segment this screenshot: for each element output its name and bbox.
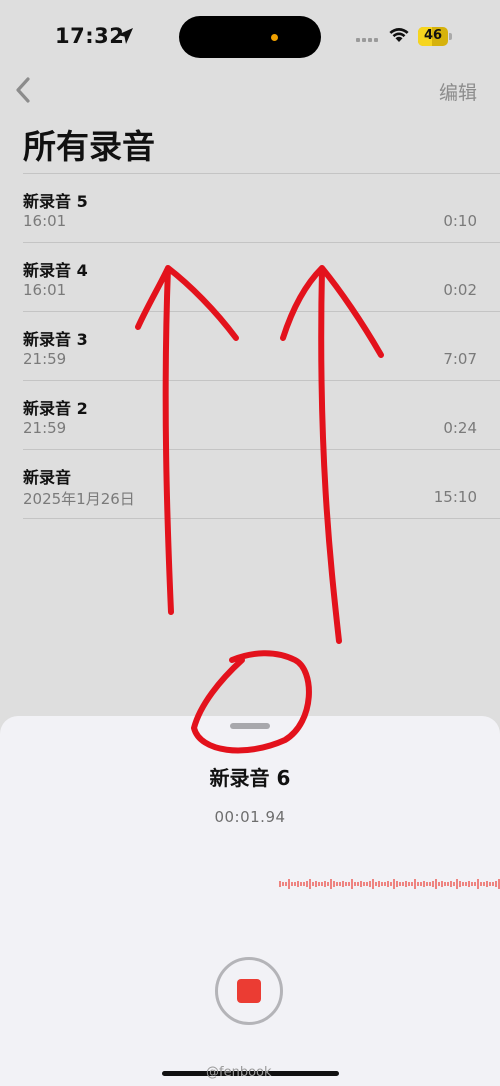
recording-row[interactable]: 新录音 3 21:59 7:07 bbox=[23, 311, 500, 380]
recording-duration: 0:10 bbox=[443, 212, 477, 230]
recording-duration: 15:10 bbox=[433, 488, 477, 506]
recording-duration: 0:02 bbox=[443, 281, 477, 299]
recording-name: 新录音 5 bbox=[23, 192, 88, 211]
wifi-icon bbox=[389, 28, 409, 42]
battery-percentage: 46 bbox=[423, 28, 443, 43]
recording-row[interactable]: 新录音 4 16:01 0:02 bbox=[23, 242, 500, 311]
recording-timer: 00:01.94 bbox=[214, 808, 286, 826]
location-arrow-icon bbox=[117, 28, 133, 44]
recording-name: 新录音 bbox=[23, 468, 72, 487]
recording-date: 16:01 bbox=[23, 281, 67, 299]
recording-date: 16:01 bbox=[23, 212, 67, 230]
recording-row[interactable]: 新录音 5 16:01 0:10 bbox=[23, 173, 500, 242]
recording-name: 新录音 4 bbox=[23, 261, 88, 280]
back-chevron-icon[interactable] bbox=[12, 76, 36, 104]
recordings-list: 新录音 5 16:01 0:10 新录音 4 16:01 0:02 新录音 3 … bbox=[23, 173, 500, 519]
recording-row[interactable]: 新录音 2025年1月26日 15:10 bbox=[23, 449, 500, 519]
recording-name: 新录音 3 bbox=[23, 330, 88, 349]
cellular-signal-icon bbox=[356, 38, 380, 44]
sheet-grabber[interactable] bbox=[230, 723, 270, 729]
status-bar: 17:32 46 bbox=[0, 0, 500, 72]
battery-icon: 46 bbox=[418, 27, 452, 46]
recording-date: 2025年1月26日 bbox=[23, 490, 135, 508]
audio-waveform bbox=[279, 879, 500, 889]
stop-recording-button[interactable] bbox=[215, 957, 283, 1025]
recording-duration: 0:24 bbox=[443, 419, 477, 437]
status-time: 17:32 bbox=[55, 24, 125, 48]
recording-sheet: 新录音 6 00:01.94 bbox=[0, 716, 500, 1086]
edit-button[interactable]: 编辑 bbox=[439, 78, 477, 105]
stop-icon bbox=[237, 979, 261, 1003]
recording-name: 新录音 2 bbox=[23, 399, 88, 418]
dynamic-island bbox=[179, 16, 321, 58]
watermark: @fenbook bbox=[206, 1065, 272, 1080]
current-recording-title: 新录音 6 bbox=[209, 766, 291, 790]
recording-duration: 7:07 bbox=[443, 350, 477, 368]
recording-row[interactable]: 新录音 2 21:59 0:24 bbox=[23, 380, 500, 449]
recording-date: 21:59 bbox=[23, 350, 67, 368]
recording-date: 21:59 bbox=[23, 419, 67, 437]
recording-indicator-dot bbox=[271, 34, 278, 41]
page-title: 所有录音 bbox=[23, 127, 155, 166]
